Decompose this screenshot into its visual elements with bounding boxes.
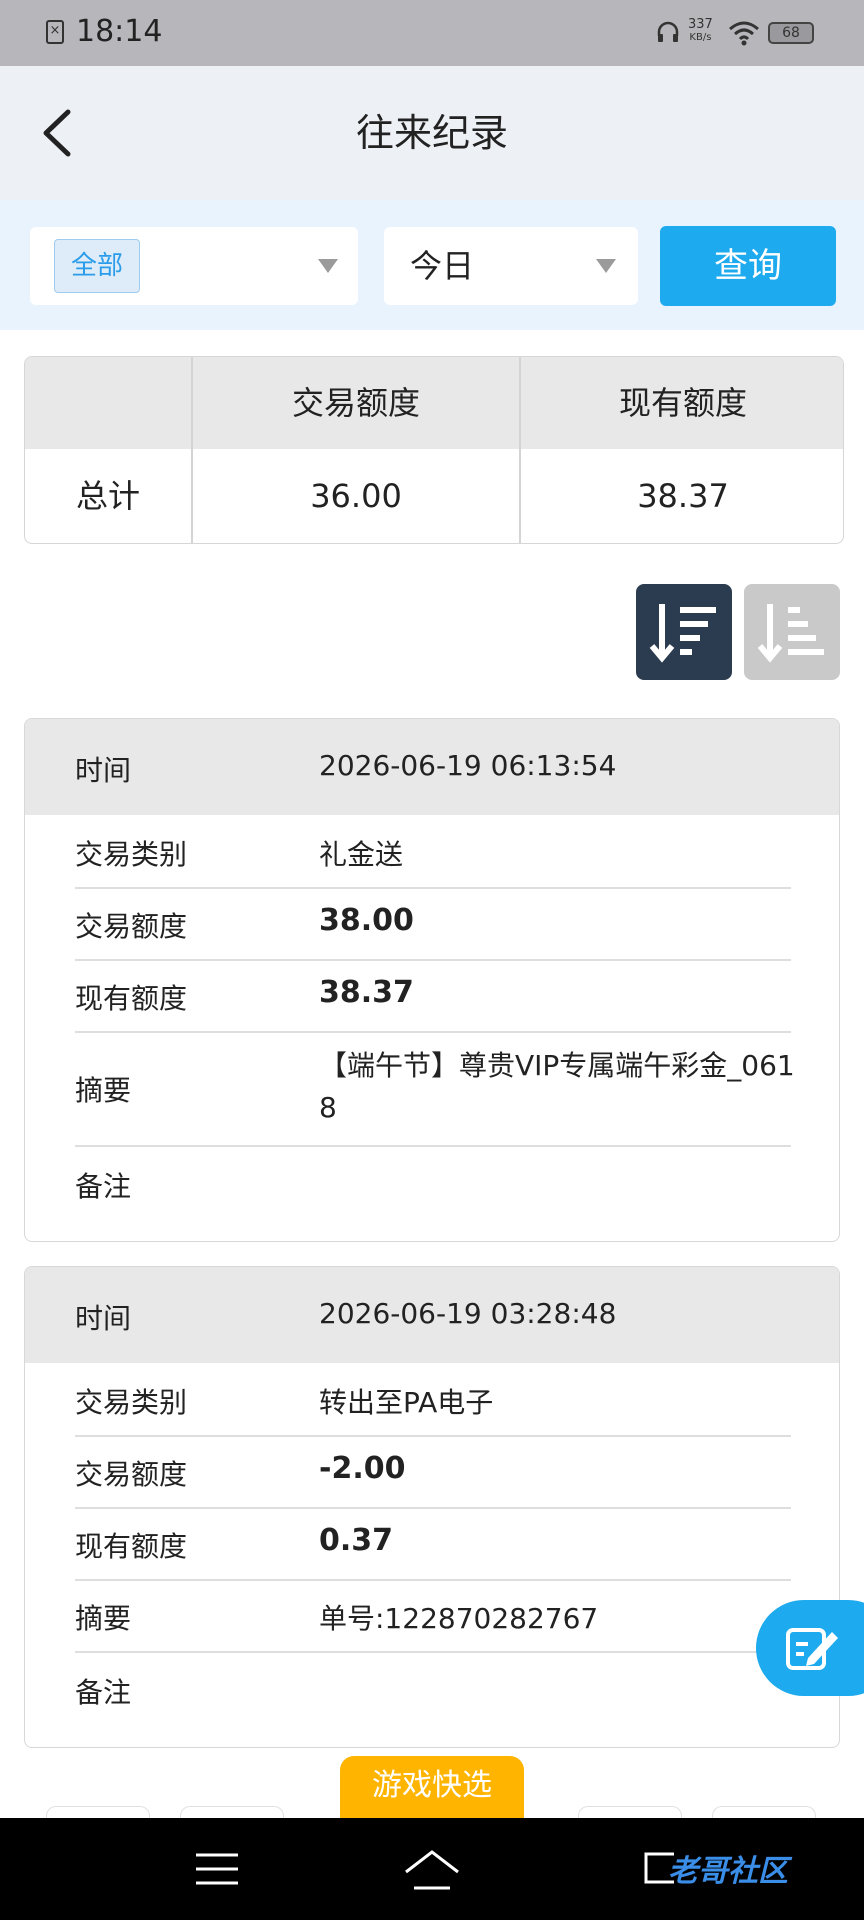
divider (75, 1031, 791, 1033)
record-balance-label: 现有额度 (75, 982, 188, 1015)
record-time: 2026-06-19 06:13:54 (319, 749, 617, 782)
query-button[interactable]: 查询 (660, 226, 836, 306)
type-select[interactable]: 全部 (30, 227, 358, 305)
divider (75, 887, 791, 889)
summary-header-trade: 交易额度 (291, 384, 420, 422)
network-speed-unit: KB/s (689, 32, 712, 43)
record-balance: 0.37 (319, 1523, 394, 1558)
status-time: 18:14 (76, 14, 163, 49)
divider (75, 1651, 791, 1653)
summary-table: 交易额度 现有额度 总计 36.00 38.37 (24, 356, 844, 544)
record-summary: 【端午节】尊贵VIP专属端午彩金_0618 (319, 1049, 795, 1124)
summary-trade-amount: 36.00 (310, 477, 402, 515)
record-time-label: 时间 (75, 1302, 132, 1335)
back-button[interactable] (34, 106, 84, 160)
divider (75, 1507, 791, 1509)
record-summary-label: 摘要 (75, 1602, 132, 1635)
divider (75, 1145, 791, 1147)
app-header: 往来纪录 (0, 66, 864, 200)
sort-ascending-button[interactable] (744, 584, 840, 680)
record-balance-label: 现有额度 (75, 1530, 188, 1563)
record-type: 礼金送 (319, 838, 404, 871)
sort-descending-button[interactable] (636, 584, 732, 680)
record-type-label: 交易类别 (75, 1386, 188, 1419)
no-sim-icon: × (46, 20, 64, 44)
chevron-down-icon (596, 259, 616, 273)
record-summary: 单号:122870282767 (319, 1602, 599, 1635)
record-type-label: 交易类别 (75, 838, 188, 871)
record-type: 转出至PA电子 (319, 1386, 494, 1419)
battery-level: 68 (782, 25, 800, 41)
divider (75, 959, 791, 961)
home-icon[interactable] (404, 1848, 460, 1890)
page-title: 往来纪录 (355, 111, 508, 155)
record-amount: -2.00 (319, 1451, 406, 1486)
chevron-left-icon (43, 109, 71, 157)
record-summary-label: 摘要 (75, 1074, 132, 1107)
divider (75, 1435, 791, 1437)
edit-icon (786, 1628, 838, 1670)
record-balance: 38.37 (319, 975, 414, 1010)
record-amount-label: 交易额度 (75, 910, 188, 943)
summary-current-amount: 38.37 (637, 477, 729, 515)
record-time: 2026-06-19 03:28:48 (319, 1297, 617, 1330)
record-time-label: 时间 (75, 754, 132, 787)
network-speed-value: 337 (688, 17, 713, 32)
status-bar: × 18:14 337 KB/s 68 (0, 0, 864, 66)
sort-ascending-icon (757, 604, 824, 663)
record-card: 时间 2026-06-19 06:13:54 交易类别 礼金送 交易额度 38.… (24, 718, 840, 1242)
summary-row-label: 总计 (75, 477, 140, 515)
watermark-logo: 老哥社区 (668, 1854, 788, 1889)
summary-header-balance: 现有额度 (618, 384, 747, 422)
game-quick-select-tab[interactable]: 游戏快选 (340, 1756, 524, 1822)
wifi-icon (729, 21, 759, 46)
date-select-value: 今日 (410, 247, 475, 285)
record-amount-label: 交易额度 (75, 1458, 188, 1491)
record-amount: 38.00 (319, 903, 414, 938)
menu-icon[interactable] (196, 1852, 238, 1886)
sort-descending-icon (649, 604, 716, 663)
network-speed: 337 KB/s (688, 18, 713, 44)
record-card: 时间 2026-06-19 03:28:48 交易类别 转出至PA电子 交易额度… (24, 1266, 840, 1748)
divider (75, 1579, 791, 1581)
edit-floating-button[interactable] (756, 1600, 864, 1696)
record-remark-label: 备注 (75, 1676, 132, 1709)
headphones-icon (657, 21, 679, 42)
record-remark-label: 备注 (75, 1170, 132, 1203)
date-select[interactable]: 今日 (384, 227, 638, 305)
battery-icon: 68 (768, 22, 814, 44)
chevron-down-icon (318, 259, 338, 273)
type-select-value: 全部 (54, 239, 140, 293)
